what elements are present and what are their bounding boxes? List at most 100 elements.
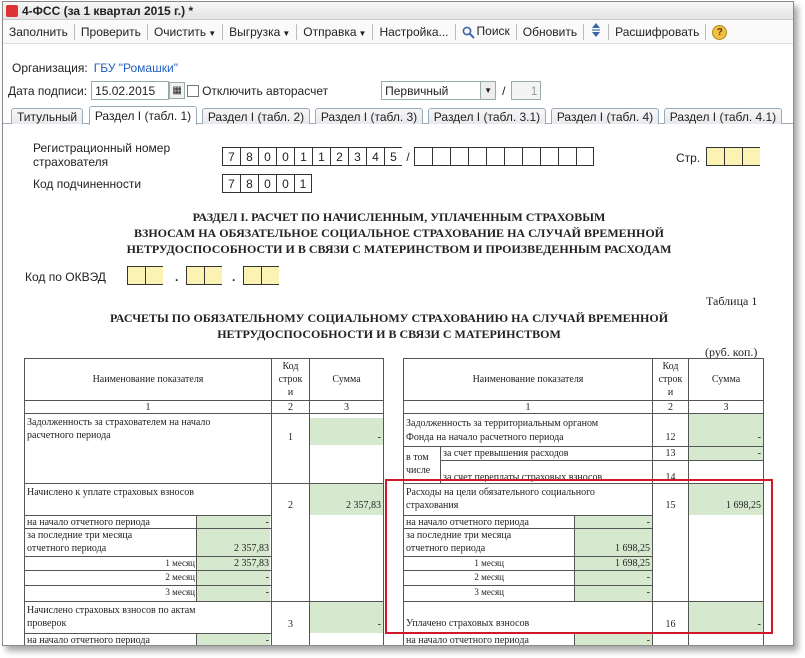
right-r13-sum[interactable]: - xyxy=(689,447,761,460)
toolbar-divider xyxy=(705,23,707,40)
right-col-number: 2 xyxy=(668,402,673,413)
chevron-down-icon[interactable]: ▼ xyxy=(481,81,497,100)
sign-date-input[interactable]: 15.02.2015 xyxy=(91,81,170,100)
left-col-number: 3 xyxy=(344,402,349,413)
reg-digit-empty xyxy=(576,147,594,166)
autocalc-checkbox[interactable] xyxy=(187,84,200,97)
tab-section1-table4[interactable]: Раздел I (табл. 4) xyxy=(551,108,659,125)
help-button[interactable]: ? xyxy=(708,22,731,42)
left-header-code-3: и xyxy=(287,387,294,398)
left-r2-code: 2 xyxy=(288,500,293,511)
left-r1-name-2: расчетного периода xyxy=(27,430,111,441)
right-incl-label-2: числе xyxy=(406,465,431,476)
tab-section1-table41[interactable]: Раздел I (табл. 4.1) xyxy=(664,108,782,125)
toolbar-divider xyxy=(146,23,148,40)
left-header-code-2: строк xyxy=(278,374,303,385)
tab-section1-table31[interactable]: Раздел I (табл. 3.1) xyxy=(428,108,546,125)
search-button[interactable]: Поиск xyxy=(458,22,514,40)
send-menu-button[interactable]: Отправка ▼ xyxy=(299,23,370,41)
left-r1-code: 1 xyxy=(288,432,293,443)
tab-section1-table3[interactable]: Раздел I (табл. 3) xyxy=(315,108,423,125)
reg-digit-empty xyxy=(504,147,522,166)
title-bar: 4-ФСС (за 1 квартал 2015 г.) * xyxy=(3,2,793,20)
fill-button[interactable]: Заполнить xyxy=(5,23,72,41)
left-month-2-value[interactable]: - xyxy=(197,571,269,584)
refresh-button[interactable]: Обновить xyxy=(519,23,581,41)
right-r16-start-value[interactable]: - xyxy=(575,634,650,645)
left-r2-start-label: на начало отчетного периода xyxy=(27,517,150,528)
okved-dot: . xyxy=(232,270,236,284)
left-r1-sum[interactable]: - xyxy=(310,431,381,444)
left-r2-name: Начислено к уплате страховых взносов xyxy=(27,487,194,498)
dropdown-arrow-icon: ▼ xyxy=(358,28,367,38)
dropdown-arrow-icon: ▼ xyxy=(282,28,291,38)
org-link[interactable]: ГБУ "Ромашки" xyxy=(94,61,178,75)
search-icon xyxy=(462,26,475,39)
reg-digit: 7 xyxy=(222,147,240,166)
tab-section1-table1[interactable]: Раздел I (табл. 1) xyxy=(89,106,197,125)
export-menu-button[interactable]: Выгрузка ▼ xyxy=(225,23,294,41)
sign-row: Дата подписи: 15.02.2015 ▦ Отключить авт… xyxy=(8,81,542,100)
left-header-name: Наименование показателя xyxy=(92,374,204,385)
left-month-1-value[interactable]: 2 357,83 xyxy=(197,557,269,570)
okved-cells-1[interactable] xyxy=(127,266,163,285)
left-month-3-value[interactable]: - xyxy=(197,586,269,599)
reg-number-cells[interactable]: 7 8 0 0 1 1 2 3 4 5 / xyxy=(222,147,594,166)
reg-digit: 3 xyxy=(348,147,366,166)
left-header-code-1: Код xyxy=(282,361,299,372)
okved-digit xyxy=(145,266,163,285)
reg-digit-empty xyxy=(468,147,486,166)
toolbar-divider xyxy=(608,23,610,40)
left-r2-sum[interactable]: 2 357,83 xyxy=(310,499,381,512)
okved-dot: . xyxy=(175,270,179,284)
right-r16-start-label: на начало отчетного периода xyxy=(406,635,529,646)
window-title: 4-ФСС (за 1 квартал 2015 г.) * xyxy=(22,3,194,18)
right-header-code-1: Код xyxy=(662,361,679,372)
report-type-select[interactable]: Первичный xyxy=(381,81,482,100)
toolbar-divider xyxy=(222,23,224,40)
toolbar-divider xyxy=(515,23,517,40)
reg-digit-empty xyxy=(486,147,504,166)
right-col-number: 3 xyxy=(723,402,729,413)
right-col-number: 1 xyxy=(525,402,531,413)
okved-digit xyxy=(261,266,279,285)
right-header-code-2: строк xyxy=(658,374,683,385)
reg-digit-empty xyxy=(558,147,576,166)
left-r3-start-value[interactable]: - xyxy=(197,634,269,645)
left-month-1-label: 1 месяц xyxy=(165,558,195,568)
left-r2-start-value[interactable]: - xyxy=(197,516,269,529)
left-r3-name-2: проверок xyxy=(27,618,67,629)
clear-menu-button[interactable]: Очистить ▼ xyxy=(150,23,220,41)
decrypt-button[interactable]: Расшифровать xyxy=(611,23,703,41)
okved-cells-3[interactable] xyxy=(243,266,279,285)
section-tabs: Титульный Раздел I (табл. 1) Раздел I (т… xyxy=(3,106,793,125)
tab-section1-table2[interactable]: Раздел I (табл. 2) xyxy=(202,108,310,125)
right-r13-code: 13 xyxy=(665,448,676,459)
right-r13-name: за счет превышения расходов xyxy=(443,448,569,459)
app-icon xyxy=(6,4,18,17)
check-button[interactable]: Проверить xyxy=(77,23,145,41)
reg-digit: 5 xyxy=(384,147,402,166)
page-number-cells[interactable] xyxy=(706,147,760,166)
reg-digit: 1 xyxy=(294,147,312,166)
right-r12-sum[interactable]: - xyxy=(689,431,761,444)
sub-digit: 8 xyxy=(240,174,258,193)
calendar-icon[interactable]: ▦ xyxy=(169,82,186,99)
left-r3-sum[interactable]: - xyxy=(310,618,381,631)
reg-digit-empty xyxy=(522,147,540,166)
tab-title[interactable]: Титульный xyxy=(11,108,83,125)
toolbar-divider xyxy=(296,23,298,40)
clear-label: Очистить xyxy=(153,24,207,39)
settings-button[interactable]: Настройка... xyxy=(375,23,452,41)
left-r3-start-label: на начало отчетного периода xyxy=(27,635,150,646)
subordination-cells[interactable]: 7 8 0 0 1 xyxy=(222,174,312,193)
right-r12-name-2: Фонда на начало расчетного периода xyxy=(406,432,564,443)
units-label: (руб. коп.) xyxy=(705,345,758,359)
send-label: Отправка xyxy=(303,24,357,39)
okved-cells-2[interactable] xyxy=(186,266,222,285)
sub-digit: 0 xyxy=(276,174,294,193)
sort-button[interactable] xyxy=(586,20,606,43)
left-r2-last3-value[interactable]: 2 357,83 xyxy=(197,542,269,555)
autocalc-label: Отключить авторасчет xyxy=(202,83,329,98)
correction-number-input[interactable]: 1 xyxy=(511,81,542,100)
